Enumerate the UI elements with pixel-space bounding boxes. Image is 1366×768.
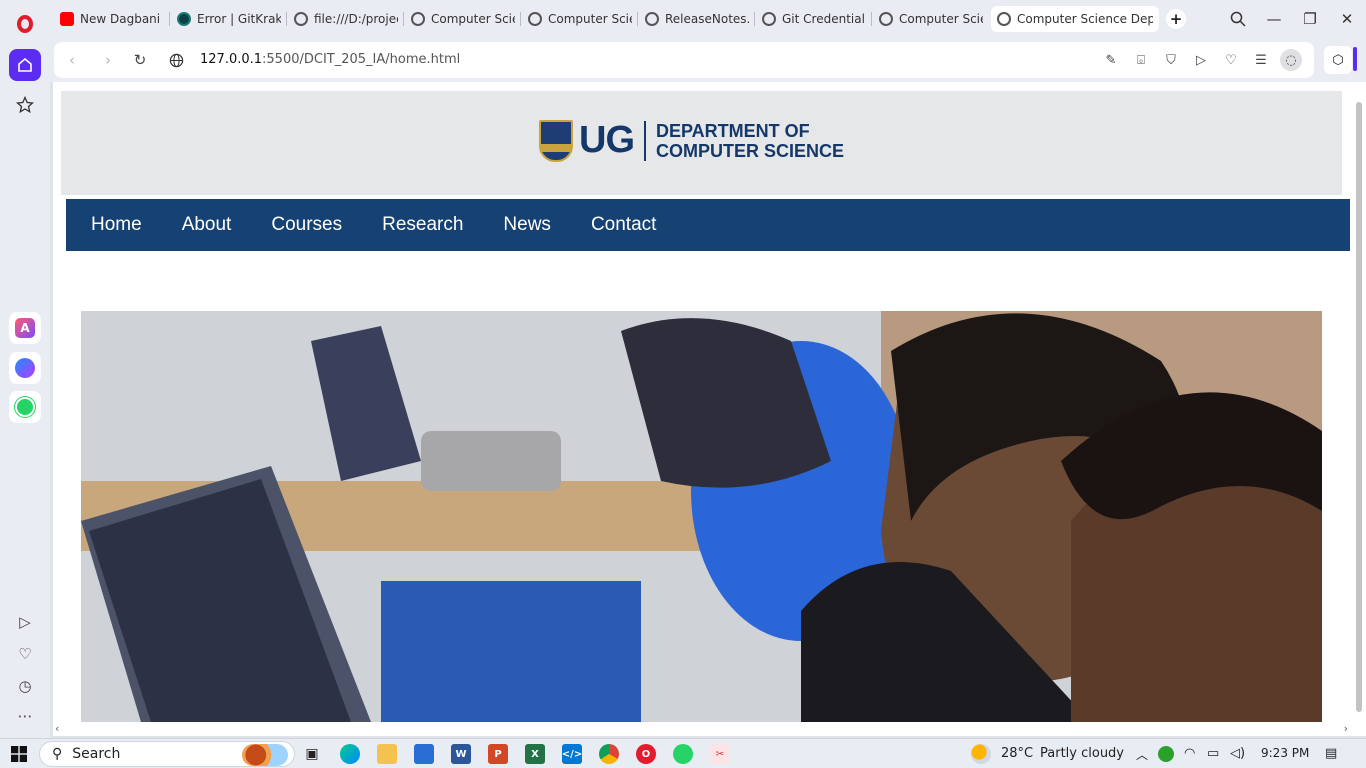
snapshot-camera-icon[interactable]: ⌻ (1132, 51, 1150, 69)
snipping-tool-icon[interactable]: ✂ (710, 744, 730, 764)
globe-icon (762, 12, 776, 26)
aria-ai-icon[interactable]: A (9, 312, 41, 344)
nav-contact[interactable]: Contact (591, 214, 656, 236)
weather-temp[interactable]: 28°C (1001, 746, 1033, 761)
profile-icon[interactable]: ◌ (1280, 49, 1302, 71)
search-highlight-icon (242, 744, 288, 766)
notifications-icon[interactable]: ▤ (1325, 746, 1337, 761)
chrome-icon[interactable] (599, 744, 619, 764)
gitkraken-icon (177, 12, 191, 26)
volume-icon[interactable]: ◁) (1230, 746, 1245, 761)
ug-logo[interactable]: UG DEPARTMENT OF COMPUTER SCIENCE (539, 119, 844, 162)
extensions-cube-icon[interactable]: ⬡ (1324, 46, 1352, 74)
page-viewport: UG DEPARTMENT OF COMPUTER SCIENCE Home A… (53, 82, 1352, 722)
taskbar-search[interactable]: ⚲ Search (39, 741, 295, 767)
students-photo (81, 311, 1322, 722)
bookmarks-star-icon[interactable] (9, 89, 41, 121)
nav-home[interactable]: Home (91, 214, 142, 236)
main-navigation: Home About Courses Research News Contact (66, 199, 1350, 251)
tray-chevron-up-icon[interactable]: ︿ (1136, 746, 1148, 763)
url-text[interactable]: 127.0.0.1:5500/DCIT_205_IA/home.html (200, 52, 460, 67)
powerpoint-icon[interactable]: P (488, 744, 508, 764)
whatsapp-taskbar-icon[interactable] (673, 744, 693, 764)
word-icon[interactable]: W (451, 744, 471, 764)
globe-icon (879, 12, 893, 26)
favorite-heart-icon[interactable]: ♡ (1222, 51, 1240, 69)
horizontal-scrollbar[interactable]: ‹ › (53, 722, 1352, 736)
browser-tab[interactable]: Error | GitKraken (171, 6, 287, 32)
browser-tab[interactable]: Computer Scienc (873, 6, 989, 32)
tab-strip: New Dagbani m Error | GitKraken file:///… (50, 0, 1366, 38)
player-icon[interactable]: ▷ (15, 612, 35, 632)
send-icon[interactable]: ▷ (1192, 51, 1210, 69)
store-icon[interactable] (414, 744, 434, 764)
task-view-icon[interactable]: ▣ (302, 744, 322, 764)
browser-toolbar: ‹ › ↻ 127.0.0.1:5500/DCIT_205_IA/home.ht… (50, 38, 1366, 82)
back-icon[interactable]: ‹ (62, 50, 82, 70)
easy-setup-icon[interactable]: ☰ (1252, 51, 1270, 69)
opera-taskbar-icon[interactable]: O (636, 744, 656, 764)
sidebar-toggle[interactable] (1353, 47, 1357, 71)
vertical-scrollbar[interactable] (1352, 82, 1366, 736)
clock-time[interactable]: 9:23 PM (1261, 746, 1309, 760)
nav-news[interactable]: News (503, 214, 551, 236)
adblock-shield-icon[interactable]: ⛉ (1162, 51, 1180, 69)
heart-icon[interactable]: ♡ (15, 644, 35, 664)
windows-taskbar: ⚲ Search ▣ W P X </> O ✂ 28°C Partly clo… (0, 738, 1366, 768)
nav-research[interactable]: Research (382, 214, 463, 236)
browser-tab[interactable]: ReleaseNotes.htr (639, 6, 755, 32)
minimize-icon[interactable]: — (1263, 8, 1285, 30)
edge-icon[interactable] (340, 744, 360, 764)
new-tab-button[interactable]: + (1166, 9, 1186, 29)
edit-page-icon[interactable]: ✎ (1102, 51, 1120, 69)
address-bar[interactable]: ‹ › ↻ 127.0.0.1:5500/DCIT_205_IA/home.ht… (54, 42, 1314, 78)
reload-icon[interactable]: ↻ (130, 50, 150, 70)
nav-courses[interactable]: Courses (271, 214, 342, 236)
globe-icon (528, 12, 542, 26)
more-options-icon[interactable]: ⋯ (15, 706, 35, 726)
browser-tab[interactable]: file:///D:/project (288, 6, 404, 32)
close-window-icon[interactable]: ✕ (1336, 8, 1358, 30)
hero-image (81, 311, 1322, 722)
globe-icon (997, 12, 1011, 26)
wifi-icon[interactable]: ◠ (1184, 746, 1195, 761)
youtube-icon (60, 12, 74, 26)
file-explorer-icon[interactable] (377, 744, 397, 764)
browser-tab[interactable]: Computer Scienc (522, 6, 638, 32)
vscode-icon[interactable]: </> (562, 744, 582, 764)
logo-divider (644, 120, 646, 161)
weather-description[interactable]: Partly cloudy (1040, 746, 1124, 761)
logo-ug-text: UG (579, 119, 635, 161)
site-info-globe-icon[interactable] (166, 50, 186, 70)
windows-start-icon[interactable] (9, 744, 29, 764)
tab-search-icon[interactable] (1227, 8, 1249, 30)
excel-icon[interactable]: X (525, 744, 545, 764)
history-clock-icon[interactable]: ◷ (15, 676, 35, 696)
messenger-icon[interactable] (9, 352, 41, 384)
forward-icon[interactable]: › (98, 50, 118, 70)
whatsapp-icon[interactable] (9, 391, 41, 423)
department-name: DEPARTMENT OF COMPUTER SCIENCE (656, 120, 845, 161)
tray-app-icon[interactable] (1158, 746, 1174, 762)
opera-sidebar: A ▷ ♡ ◷ ⋯ (0, 0, 50, 740)
search-icon: ⚲ (52, 746, 63, 762)
browser-tab[interactable]: Git Credential M (756, 6, 872, 32)
scroll-thumb[interactable] (1356, 102, 1362, 712)
scroll-left-icon[interactable]: ‹ (55, 722, 59, 735)
site-header: UG DEPARTMENT OF COMPUTER SCIENCE (61, 91, 1342, 195)
globe-icon (645, 12, 659, 26)
ug-crest-icon (539, 119, 573, 162)
browser-tab[interactable]: New Dagbani m (54, 6, 170, 32)
browser-tab-active[interactable]: Computer Science Depart (991, 6, 1159, 32)
battery-icon[interactable]: ▭ (1207, 746, 1219, 761)
nav-about[interactable]: About (182, 214, 232, 236)
scroll-right-icon[interactable]: › (1344, 722, 1348, 735)
weather-icon[interactable] (971, 744, 991, 764)
globe-icon (411, 12, 425, 26)
restore-icon[interactable]: ❐ (1299, 8, 1321, 30)
opera-logo-icon[interactable] (9, 8, 41, 40)
browser-tab[interactable]: Computer Scienc (405, 6, 521, 32)
speed-dial-home-icon[interactable] (9, 49, 41, 81)
globe-icon (294, 12, 308, 26)
